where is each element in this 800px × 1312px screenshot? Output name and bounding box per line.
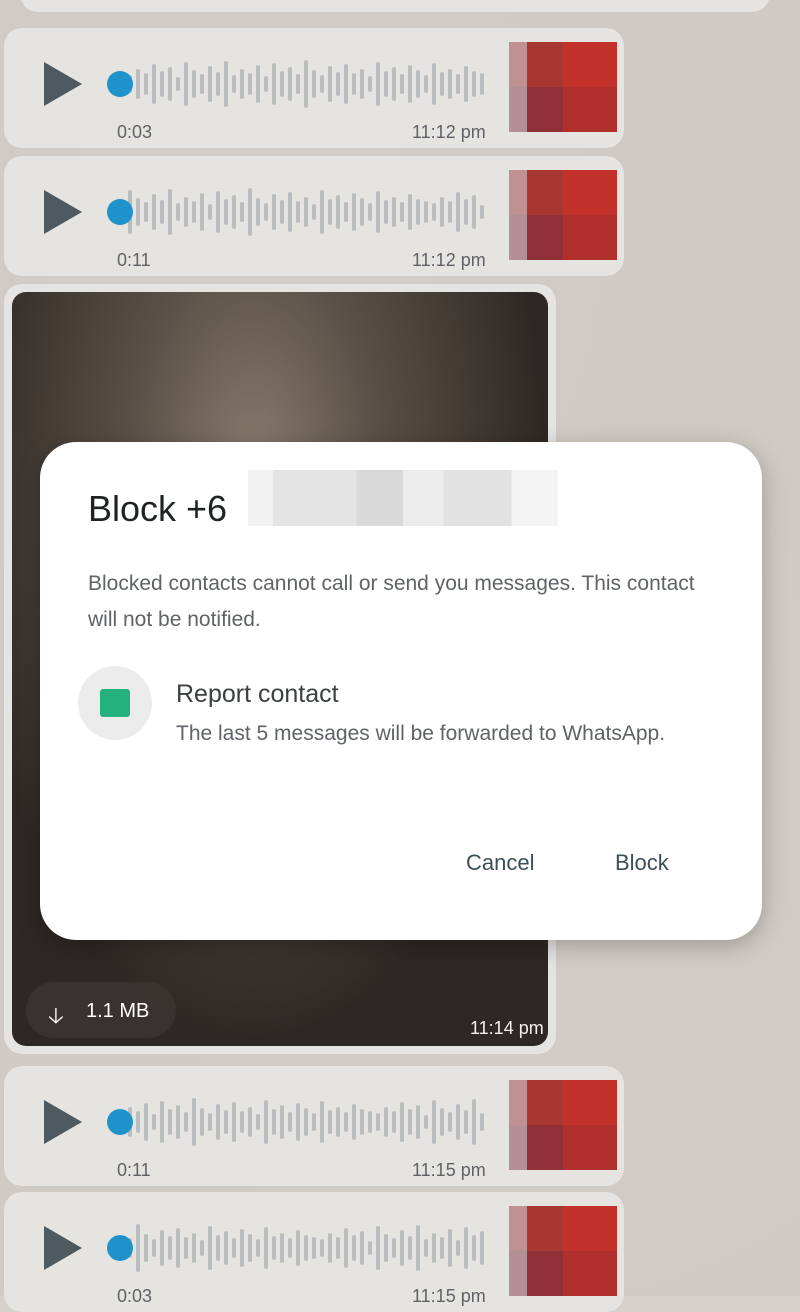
voice-message: 0:03 11:15 pm: [4, 1192, 624, 1312]
voice-duration: 0:11: [117, 250, 151, 270]
report-contact-label[interactable]: Report contact: [176, 680, 339, 709]
message-time: 11:14 pm: [470, 1018, 544, 1038]
play-icon[interactable]: [44, 190, 82, 234]
message-bubble: [20, 0, 770, 12]
dialog-title: Block +6: [88, 488, 228, 529]
voice-message: 0:11 11:15 pm: [4, 1066, 624, 1186]
avatar: [509, 1080, 617, 1170]
waveform[interactable]: [128, 1094, 488, 1150]
voice-message: 0:11 11:12 pm: [4, 156, 624, 276]
playback-position-dot[interactable]: [107, 1235, 133, 1261]
voice-duration: 0:03: [117, 1286, 153, 1306]
voice-duration: 0:03: [117, 122, 153, 142]
playback-position-dot[interactable]: [107, 199, 133, 225]
play-icon[interactable]: [44, 62, 82, 106]
download-icon: 🡣: [48, 1003, 64, 1028]
redacted-phone-number: [248, 470, 558, 526]
message-time: 11:15 pm: [412, 1286, 486, 1306]
playback-position-dot[interactable]: [107, 71, 133, 97]
file-size: 1.1 MB: [86, 1000, 150, 1022]
play-icon[interactable]: [44, 1100, 82, 1144]
message-time: 11:12 pm: [412, 250, 486, 270]
report-contact-description: The last 5 messages will be forwarded to…: [176, 722, 666, 745]
cancel-button[interactable]: Cancel: [466, 850, 534, 876]
waveform[interactable]: [128, 184, 488, 240]
checkbox-icon: [100, 689, 130, 717]
voice-duration: 0:11: [117, 1160, 151, 1180]
download-button[interactable]: 🡣 1.1 MB: [26, 982, 176, 1038]
message-time: 11:15 pm: [412, 1160, 486, 1180]
avatar: [509, 170, 617, 260]
voice-message: 0:03 11:12 pm: [4, 28, 624, 148]
message-time: 11:12 pm: [412, 122, 486, 142]
play-icon[interactable]: [44, 1226, 82, 1270]
playback-position-dot[interactable]: [107, 1109, 133, 1135]
report-checkbox[interactable]: [78, 666, 152, 740]
avatar: [509, 1206, 617, 1296]
waveform[interactable]: [128, 56, 488, 112]
avatar: [509, 42, 617, 132]
dialog-description: Blocked contacts cannot call or send you…: [88, 572, 695, 631]
waveform[interactable]: [128, 1220, 488, 1276]
block-contact-dialog: Block +6 Blocked contacts cannot call or…: [40, 442, 762, 940]
block-button[interactable]: Block: [615, 850, 669, 876]
